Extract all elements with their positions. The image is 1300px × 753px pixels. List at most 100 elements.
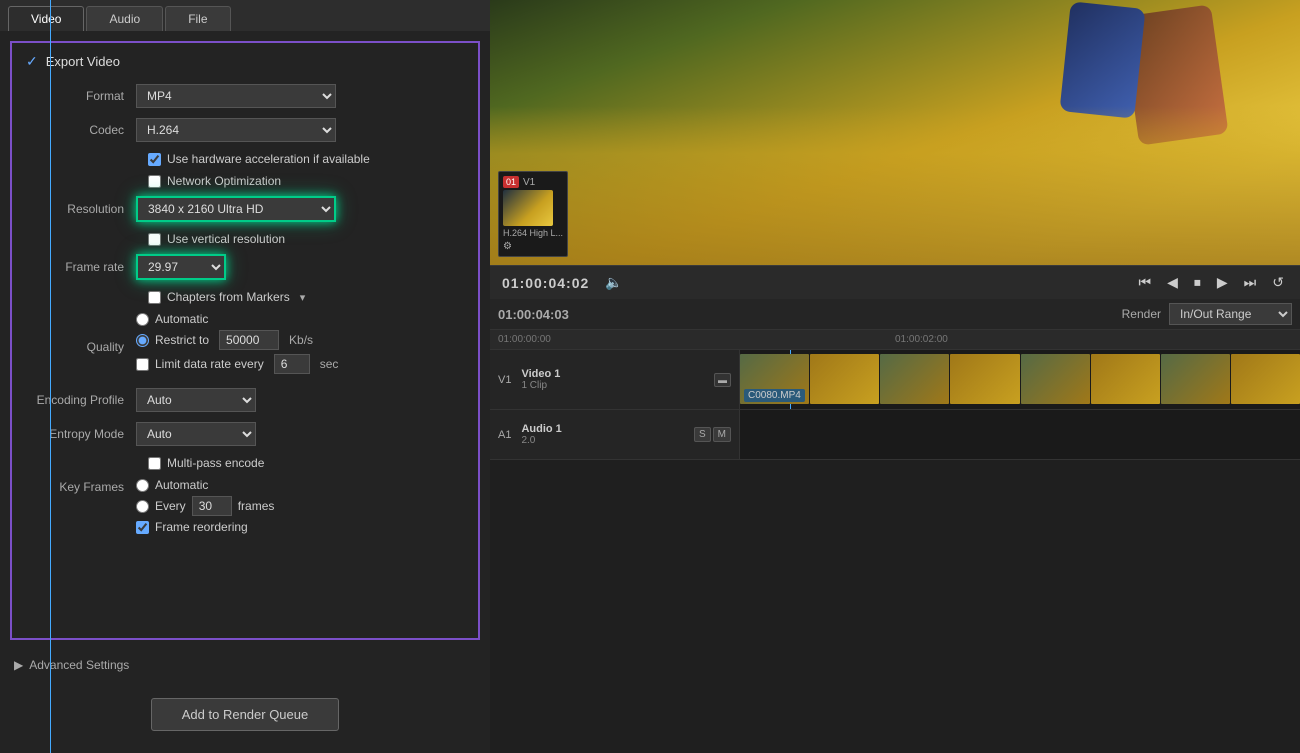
- v1-track-name: Video 1: [521, 368, 560, 380]
- render-label: Render: [1122, 307, 1161, 321]
- transport-timecode: 01:00:04:02: [502, 275, 589, 291]
- export-header: ✓ Export Video: [26, 53, 464, 70]
- loop-button[interactable]: ↺: [1268, 272, 1288, 293]
- advanced-settings[interactable]: ▶ Advanced Settings: [0, 650, 490, 680]
- thumb-seg-8: [1231, 354, 1300, 404]
- use-vertical-res-label: Use vertical resolution: [167, 232, 285, 246]
- right-panel: 01 V1 H.264 High L... ⚙ 01:00:04:02 🔈 ⏮ …: [490, 0, 1300, 753]
- chapters-markers-label: Chapters from Markers: [167, 290, 290, 304]
- codec-row: Codec H.264 H.265 ProRes: [26, 118, 464, 142]
- use-vertical-res-checkbox[interactable]: [148, 233, 161, 246]
- clip-track: V1: [523, 177, 535, 188]
- resolution-select[interactable]: 3840 x 2160 Ultra HD 1920 x 1080 HD 1280…: [136, 196, 336, 222]
- format-label: Format: [26, 89, 136, 103]
- left-panel: Video Audio File ✓ Export Video Format M…: [0, 0, 490, 753]
- encoding-profile-select[interactable]: Auto Baseline Main High: [136, 388, 256, 412]
- frame-rate-select[interactable]: 29.97 24 25 30 60: [136, 254, 226, 280]
- ruler-mark-0: 01:00:00:00: [498, 334, 551, 345]
- key-frames-options: Automatic Every frames Frame reordering: [136, 478, 274, 542]
- key-frames-every-radio[interactable]: [136, 500, 149, 513]
- add-to-render-queue-button[interactable]: Add to Render Queue: [151, 698, 339, 731]
- clip-thumbnails: [740, 354, 1300, 404]
- clip-name: H.264 High L...: [503, 228, 563, 238]
- encoding-profile-row: Encoding Profile Auto Baseline Main High: [26, 388, 464, 412]
- advanced-settings-label: Advanced Settings: [29, 658, 129, 672]
- format-select[interactable]: MP4 AVI MOV: [136, 84, 336, 108]
- entropy-mode-label: Entropy Mode: [26, 427, 136, 441]
- quality-restrict-radio[interactable]: [136, 334, 149, 347]
- limit-data-rate-unit: sec: [320, 357, 339, 371]
- quality-restrict-row: Restrict to Kb/s: [136, 330, 338, 350]
- limit-data-rate-checkbox[interactable]: [136, 358, 149, 371]
- ruler-marks: 01:00:00:00 01:00:02:00: [498, 330, 1292, 349]
- key-frames-frames-label: frames: [238, 499, 275, 513]
- transport-controls: ⏮ ◀ ⏹ ▶ ⏭ ↺: [1134, 272, 1288, 293]
- a1-track-content[interactable]: [740, 410, 1300, 459]
- network-opt-checkbox[interactable]: [148, 175, 161, 188]
- timeline-timecode: 01:00:04:03: [498, 307, 569, 322]
- frame-rate-label: Frame rate: [26, 260, 136, 274]
- codec-label: Codec: [26, 123, 136, 137]
- entropy-mode-row: Entropy Mode Auto CABAC CAVLC: [26, 422, 464, 446]
- key-frames-every-input[interactable]: [192, 496, 232, 516]
- limit-data-rate-label: Limit data rate every: [155, 357, 264, 371]
- skip-to-end-button[interactable]: ⏭: [1240, 272, 1261, 293]
- v1-track-sub: 1 Clip: [521, 380, 560, 391]
- stop-button[interactable]: ⏹: [1190, 272, 1205, 293]
- use-vertical-res-row: Use vertical resolution: [148, 232, 464, 246]
- network-opt-label: Network Optimization: [167, 174, 281, 188]
- a1-track-name: Audio 1: [521, 423, 561, 435]
- ruler-mark-1: 01:00:02:00: [895, 334, 948, 345]
- a1-m-button[interactable]: M: [713, 427, 731, 442]
- timeline-ruler: 01:00:00:00 01:00:02:00: [490, 330, 1300, 350]
- tab-file[interactable]: File: [165, 6, 230, 31]
- a1-track-level: 2.0: [521, 435, 561, 446]
- step-back-button[interactable]: ◀: [1163, 272, 1182, 293]
- quality-row: Quality Automatic Restrict to Kb/s Limit…: [26, 312, 464, 382]
- multi-pass-checkbox[interactable]: [148, 457, 161, 470]
- export-section: ✓ Export Video Format MP4 AVI MOV Codec …: [10, 41, 480, 640]
- quality-auto-label: Automatic: [155, 312, 208, 326]
- key-frames-every-row: Every frames: [136, 496, 274, 516]
- v1-film-icon: ▬: [714, 373, 731, 387]
- key-frames-auto-label: Automatic: [155, 478, 208, 492]
- render-select[interactable]: In/Out Range Entire Sequence Work Area: [1169, 303, 1292, 325]
- tab-video[interactable]: Video: [8, 6, 84, 31]
- limit-data-rate-input[interactable]: [274, 354, 310, 374]
- skip-to-start-button[interactable]: ⏮: [1134, 272, 1155, 293]
- frame-reorder-checkbox[interactable]: [136, 521, 149, 534]
- play-button[interactable]: ▶: [1213, 272, 1232, 293]
- quality-auto-row: Automatic: [136, 312, 338, 326]
- a1-s-button[interactable]: S: [694, 427, 711, 442]
- v1-track-row: V1 Video 1 1 Clip ▬: [490, 350, 1300, 410]
- export-video-check[interactable]: ✓: [26, 53, 38, 70]
- resolution-row: Resolution 3840 x 2160 Ultra HD 1920 x 1…: [26, 196, 464, 222]
- multi-pass-label: Multi-pass encode: [167, 456, 264, 470]
- key-frames-auto-radio[interactable]: [136, 479, 149, 492]
- export-video-label: Export Video: [46, 54, 120, 69]
- timeline-area: 01:00:04:03 Render In/Out Range Entire S…: [490, 299, 1300, 753]
- clip-info-panel: 01 V1 H.264 High L... ⚙: [498, 171, 568, 257]
- key-frames-row: Key Frames Automatic Every frames Frame …: [26, 478, 464, 542]
- entropy-mode-select[interactable]: Auto CABAC CAVLC: [136, 422, 256, 446]
- v1-track-content[interactable]: C0080.MP4: [740, 350, 1300, 409]
- clip-num: 01: [503, 176, 519, 188]
- tab-audio[interactable]: Audio: [86, 6, 163, 31]
- volume-icon[interactable]: 🔈: [605, 274, 622, 291]
- a1-track-header: A1 Audio 1 2.0 S M: [490, 410, 740, 459]
- a1-track-row: A1 Audio 1 2.0 S M: [490, 410, 1300, 460]
- format-row: Format MP4 AVI MOV: [26, 84, 464, 108]
- v1-track-header: V1 Video 1 1 Clip ▬: [490, 350, 740, 409]
- quality-auto-radio[interactable]: [136, 313, 149, 326]
- a1-track-num: A1: [498, 429, 511, 441]
- advanced-settings-arrow: ▶: [14, 658, 23, 672]
- video-clip-area[interactable]: C0080.MP4: [740, 354, 1300, 404]
- limit-data-rate-row: Limit data rate every sec: [136, 354, 338, 374]
- thumb-seg-2: [810, 354, 879, 404]
- hardware-accel-checkbox[interactable]: [148, 153, 161, 166]
- key-frames-label: Key Frames: [26, 478, 136, 494]
- chapters-markers-checkbox[interactable]: [148, 291, 161, 304]
- codec-select[interactable]: H.264 H.265 ProRes: [136, 118, 336, 142]
- quality-restrict-input[interactable]: [219, 330, 279, 350]
- quality-restrict-unit: Kb/s: [289, 333, 313, 347]
